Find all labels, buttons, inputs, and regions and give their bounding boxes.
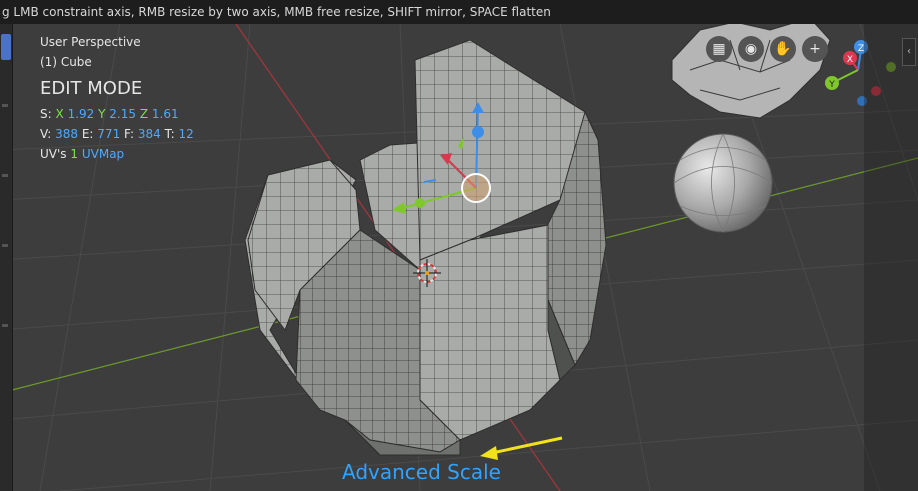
mode-title: EDIT MODE [40, 78, 143, 99]
vertex-count: 388 [55, 127, 79, 141]
sidebar-toggle-button[interactable]: ‹ [902, 38, 916, 66]
sidebar-strip: ‹ [864, 24, 918, 491]
tri-count: 12 [178, 127, 194, 141]
annotation-arrow [480, 436, 563, 460]
gizmo-y-label: Y [828, 80, 835, 90]
3d-viewport[interactable]: Z X Y g LMB constraint axis, RMB resize … [0, 0, 918, 491]
toolbar-divider [2, 244, 8, 247]
edge-label: E: [81, 127, 94, 141]
toolbar-divider [2, 174, 8, 177]
view-name: User Perspective [40, 35, 141, 49]
gizmo-x-label: X [847, 55, 853, 65]
cube-mesh[interactable] [244, 39, 607, 456]
scale-x-value: 1.92 [67, 107, 95, 121]
scale-label: S: [40, 107, 52, 121]
toolbar-divider [2, 324, 8, 327]
operator-hint-bar: g LMB constraint axis, RMB resize by two… [0, 0, 918, 24]
zoom-icon[interactable]: + [802, 36, 828, 62]
face-count: 384 [137, 127, 161, 141]
tri-label: T: [164, 127, 175, 141]
scale-y-label: Y [98, 107, 106, 121]
sphere-object[interactable] [673, 133, 773, 233]
edge-count: 771 [97, 127, 121, 141]
toolbar-strip[interactable] [0, 24, 13, 491]
object-name: (1) Cube [40, 55, 92, 69]
camera-icon[interactable]: ◉ [738, 36, 764, 62]
grid-icon[interactable]: ▦ [706, 36, 732, 62]
scale-readout: S: X 1.92 Y 2.15 Z 1.61 [40, 104, 194, 124]
scale-x-label: X [55, 107, 64, 121]
toolbar-tab[interactable] [1, 34, 11, 60]
viewport-nav-buttons: ▦ ◉ ✋ + [706, 36, 828, 62]
uv-count: 1 [70, 147, 79, 161]
monkey-object[interactable] [671, 17, 831, 119]
viewport-overlay-info: User Perspective (1) Cube EDIT MODE S: X… [40, 32, 194, 164]
uv-info: UV's 1 UVMap [40, 144, 194, 164]
vertex-label: V: [40, 127, 52, 141]
mesh-stats: V: 388 E: 771 F: 384 T: 12 [40, 124, 194, 144]
scale-y-value: 2.15 [109, 107, 136, 121]
uv-map-name: UVMap [81, 147, 125, 161]
scale-z-label: Z [139, 107, 149, 121]
face-label: F: [124, 127, 135, 141]
annotation-caption: Advanced Scale [342, 460, 501, 484]
toolbar-divider [2, 104, 8, 107]
uv-label: UV's [40, 147, 67, 161]
scale-z-value: 1.61 [151, 107, 179, 121]
hand-icon[interactable]: ✋ [770, 36, 796, 62]
